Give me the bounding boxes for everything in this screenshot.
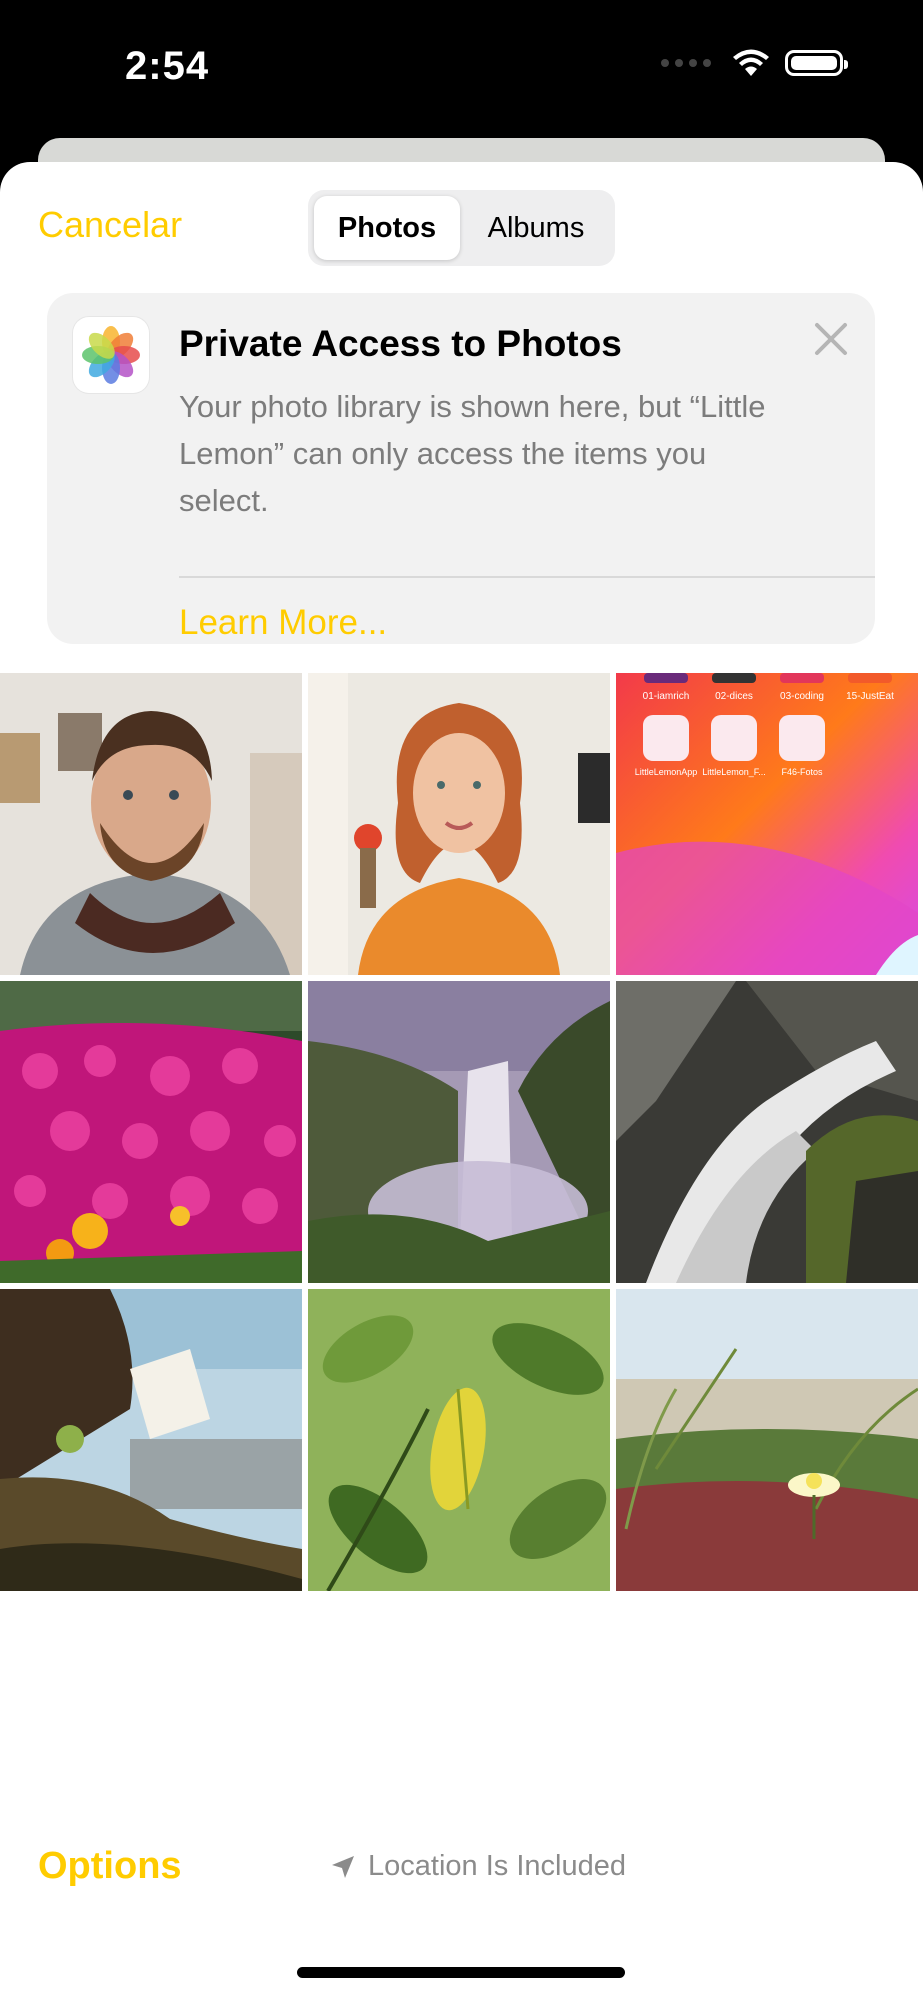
photo-tile-portrait-man[interactable] [0, 673, 302, 975]
status-icons [661, 48, 848, 78]
options-button[interactable]: Options [38, 1845, 182, 1888]
photo-picker-sheet: Cancelar Photos Albums Private Access to… [0, 162, 923, 1999]
card-title: Private Access to Photos [179, 323, 622, 364]
home-screen-label: F46-Fotos [781, 767, 823, 777]
home-screen-label: 15-JustEat [846, 691, 894, 702]
photo-tile-green-leaves[interactable] [308, 1289, 610, 1591]
home-screen-label: 02-dices [715, 691, 753, 702]
home-screen-label: 01-iamrich [643, 691, 690, 702]
home-indicator[interactable] [297, 1967, 625, 1978]
photo-tile-waterfall-rocks[interactable] [616, 981, 918, 1283]
status-time: 2:54 [125, 44, 210, 88]
cancel-button[interactable]: Cancelar [38, 204, 182, 246]
home-screen-label: 03-coding [780, 691, 824, 702]
battery-icon [785, 50, 848, 76]
tab-photos[interactable]: Photos [314, 196, 460, 260]
wifi-icon [733, 49, 769, 76]
tab-albums[interactable]: Albums [463, 196, 609, 260]
photos-albums-segmented-control: Photos Albums [308, 190, 615, 266]
card-body-text: Your photo library is shown here, but “L… [179, 389, 766, 518]
photo-tile-waterfall-sunset[interactable] [0, 1289, 302, 1591]
location-arrow-icon [332, 1855, 354, 1878]
photo-tile-home-screen-screenshot[interactable]: 01-iamrich 02-dices 03-coding 15-JustEat… [616, 673, 918, 975]
cellular-icon [661, 59, 711, 67]
photo-tile-pink-flowers[interactable] [0, 981, 302, 1283]
photo-tile-beach-flower[interactable] [616, 1289, 918, 1591]
status-bar: 2:54 [0, 0, 923, 140]
location-status: Location Is Included [330, 1850, 626, 1883]
photo-tile-waterfall-mist[interactable] [308, 981, 610, 1283]
close-icon[interactable] [807, 315, 855, 363]
photos-app-icon [73, 317, 149, 393]
home-screen-label: LittleLemonApp [635, 767, 698, 777]
card-divider [179, 576, 875, 578]
learn-more-link[interactable]: Learn More... [179, 603, 387, 643]
photo-tile-portrait-woman[interactable] [308, 673, 610, 975]
home-screen-label: LittleLemon_F... [702, 767, 766, 777]
private-access-card: Private Access to Photos Your photo libr… [47, 293, 875, 644]
location-label: Location Is Included [368, 1850, 626, 1882]
